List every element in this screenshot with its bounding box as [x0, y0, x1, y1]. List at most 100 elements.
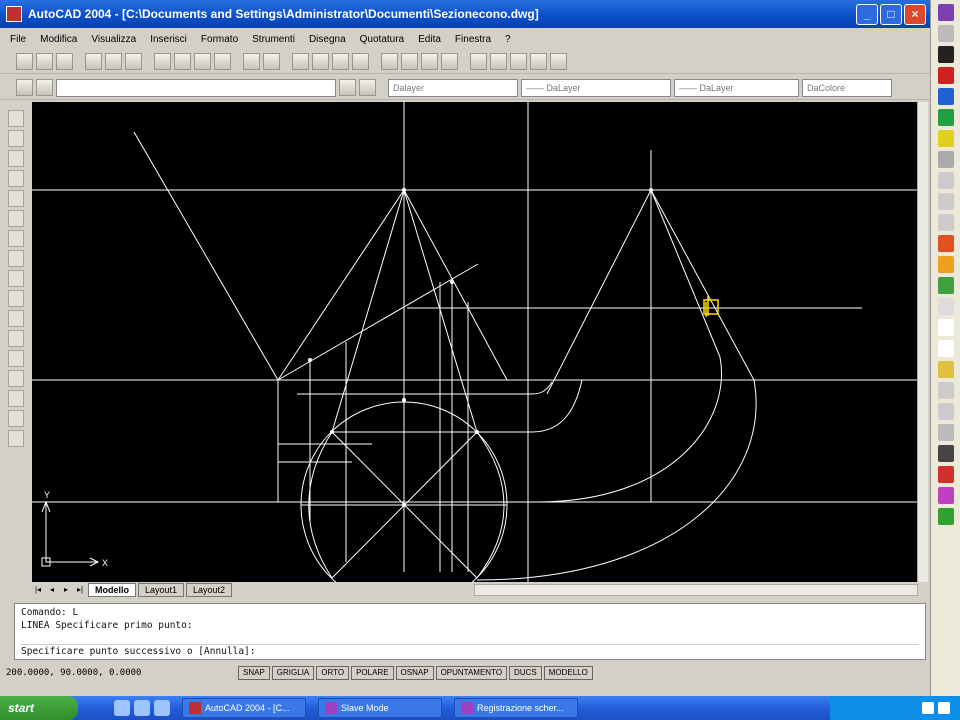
- pointer-icon[interactable]: [937, 172, 954, 189]
- horizontal-scrollbar[interactable]: [474, 584, 918, 596]
- region-icon[interactable]: [8, 390, 24, 407]
- marker-point[interactable]: [402, 398, 406, 402]
- layer-previous-2-icon[interactable]: [359, 79, 376, 96]
- image-icon[interactable]: [937, 277, 954, 294]
- rectangle-icon[interactable]: [8, 190, 24, 207]
- menu-visualizza[interactable]: Visualizza: [91, 34, 136, 45]
- zoom-icon[interactable]: [36, 79, 53, 96]
- oblique-line[interactable]: [133, 131, 279, 381]
- desktop-icon[interactable]: [114, 700, 130, 716]
- menu-strumenti[interactable]: Strumenti: [252, 34, 295, 45]
- marker-point[interactable]: [450, 280, 454, 284]
- table-icon[interactable]: [8, 410, 24, 427]
- tab-next-icon[interactable]: ▸: [60, 584, 72, 596]
- model-toggle[interactable]: MODELLO: [543, 666, 593, 680]
- new-file-icon[interactable]: [16, 53, 33, 70]
- color-combo[interactable]: Dalayer: [388, 78, 518, 97]
- task-slave-mode[interactable]: Slave Mode: [318, 698, 442, 718]
- pen-green-icon[interactable]: [937, 109, 954, 126]
- tab-last-icon[interactable]: ▸|: [74, 584, 86, 596]
- marker-point[interactable]: [475, 430, 479, 434]
- pen-blue-icon[interactable]: [937, 88, 954, 105]
- task-autocad[interactable]: AutoCAD 2004 - [C...: [182, 698, 306, 718]
- autocad-app-icon[interactable]: [6, 6, 22, 22]
- zoom-previous-icon[interactable]: [352, 53, 369, 70]
- polar-toggle[interactable]: POLARE: [351, 666, 394, 680]
- layer-previous-icon[interactable]: [510, 53, 527, 70]
- revision-cloud-icon[interactable]: [8, 250, 24, 267]
- maximize-button[interactable]: □: [880, 3, 902, 25]
- palette-icon[interactable]: [937, 487, 954, 504]
- tab-layout2[interactable]: Layout2: [186, 583, 233, 597]
- redo-icon[interactable]: [263, 53, 280, 70]
- tab-first-icon[interactable]: |◂: [32, 584, 44, 596]
- right-curve-inner[interactable]: [536, 356, 722, 503]
- screen-icon[interactable]: [937, 298, 954, 315]
- apex-left-point[interactable]: [402, 188, 406, 192]
- marker-point[interactable]: [402, 503, 406, 507]
- menu-inserisci[interactable]: Inserisci: [150, 34, 187, 45]
- tool-icon[interactable]: [937, 25, 954, 42]
- right-curve-link[interactable]: [531, 381, 553, 395]
- page-2-icon[interactable]: [937, 340, 954, 357]
- grid-icon[interactable]: [937, 214, 954, 231]
- undo-annotation-icon[interactable]: [937, 193, 954, 210]
- publish-icon[interactable]: [125, 53, 142, 70]
- linetype-combo[interactable]: —— DaLayer: [521, 78, 671, 97]
- pan-icon[interactable]: [292, 53, 309, 70]
- print-icon[interactable]: [85, 53, 102, 70]
- save-icon[interactable]: [56, 53, 73, 70]
- right-curve-link-2[interactable]: [531, 379, 583, 433]
- today-icon[interactable]: [550, 53, 567, 70]
- insert-block-icon[interactable]: [8, 310, 24, 327]
- recorder-icon[interactable]: [937, 4, 954, 21]
- zoom-realtime-icon[interactable]: [312, 53, 329, 70]
- line-icon[interactable]: [8, 110, 24, 127]
- construction-line-icon[interactable]: [8, 130, 24, 147]
- grid-toggle[interactable]: GRIGLIA: [271, 666, 315, 680]
- marker-point[interactable]: [330, 430, 334, 434]
- eraser-icon[interactable]: [937, 151, 954, 168]
- back-icon[interactable]: [937, 382, 954, 399]
- ducs-toggle[interactable]: DUCS: [509, 666, 542, 680]
- cone-left-generatrix-2[interactable]: [403, 189, 508, 381]
- layer-icon[interactable]: [16, 79, 33, 96]
- cutting-plane[interactable]: [277, 263, 479, 381]
- tab-layout1[interactable]: Layout1: [138, 583, 185, 597]
- record-icon[interactable]: [937, 235, 954, 252]
- ortho-toggle[interactable]: ORTO: [316, 666, 350, 680]
- layer-combo[interactable]: [56, 78, 336, 97]
- menu-edita[interactable]: Edita: [418, 34, 441, 45]
- circle-icon[interactable]: [8, 230, 24, 247]
- menu-quotatura[interactable]: Quotatura: [360, 34, 404, 45]
- hatch-icon[interactable]: [8, 370, 24, 387]
- snap-toggle[interactable]: SNAP: [238, 666, 270, 680]
- browser-icon[interactable]: [134, 700, 150, 716]
- vertical-scrollbar[interactable]: [917, 102, 928, 582]
- open-file-icon[interactable]: [36, 53, 53, 70]
- menu-file[interactable]: File: [10, 34, 26, 45]
- properties-icon[interactable]: [381, 53, 398, 70]
- folder-icon[interactable]: [937, 361, 954, 378]
- point-icon[interactable]: [8, 350, 24, 367]
- menu-formato[interactable]: Formato: [201, 34, 238, 45]
- tab-modello[interactable]: Modello: [88, 583, 136, 597]
- copy-icon[interactable]: [174, 53, 191, 70]
- pen-black-icon[interactable]: [937, 46, 954, 63]
- lineweight-combo[interactable]: —— DaLayer: [674, 78, 799, 97]
- cone-left-generatrix-3[interactable]: [331, 189, 405, 433]
- page-icon[interactable]: [937, 319, 954, 336]
- menu-modifica[interactable]: Modifica: [40, 34, 77, 45]
- menu-help[interactable]: ?: [505, 34, 511, 45]
- task-registrazione[interactable]: Registrazione scher...: [454, 698, 578, 718]
- cone-left-generatrix-1[interactable]: [277, 189, 405, 381]
- ellipse-icon[interactable]: [8, 290, 24, 307]
- media-icon[interactable]: [154, 700, 170, 716]
- exit-icon[interactable]: [937, 508, 954, 525]
- tab-prev-icon[interactable]: ◂: [46, 584, 58, 596]
- command-window[interactable]: Comando: L LINEA Specificare primo punto…: [14, 603, 926, 660]
- make-block-icon[interactable]: [8, 330, 24, 347]
- tool-palettes-icon[interactable]: [421, 53, 438, 70]
- magic-wand-icon[interactable]: [937, 256, 954, 273]
- polygon-icon[interactable]: [8, 170, 24, 187]
